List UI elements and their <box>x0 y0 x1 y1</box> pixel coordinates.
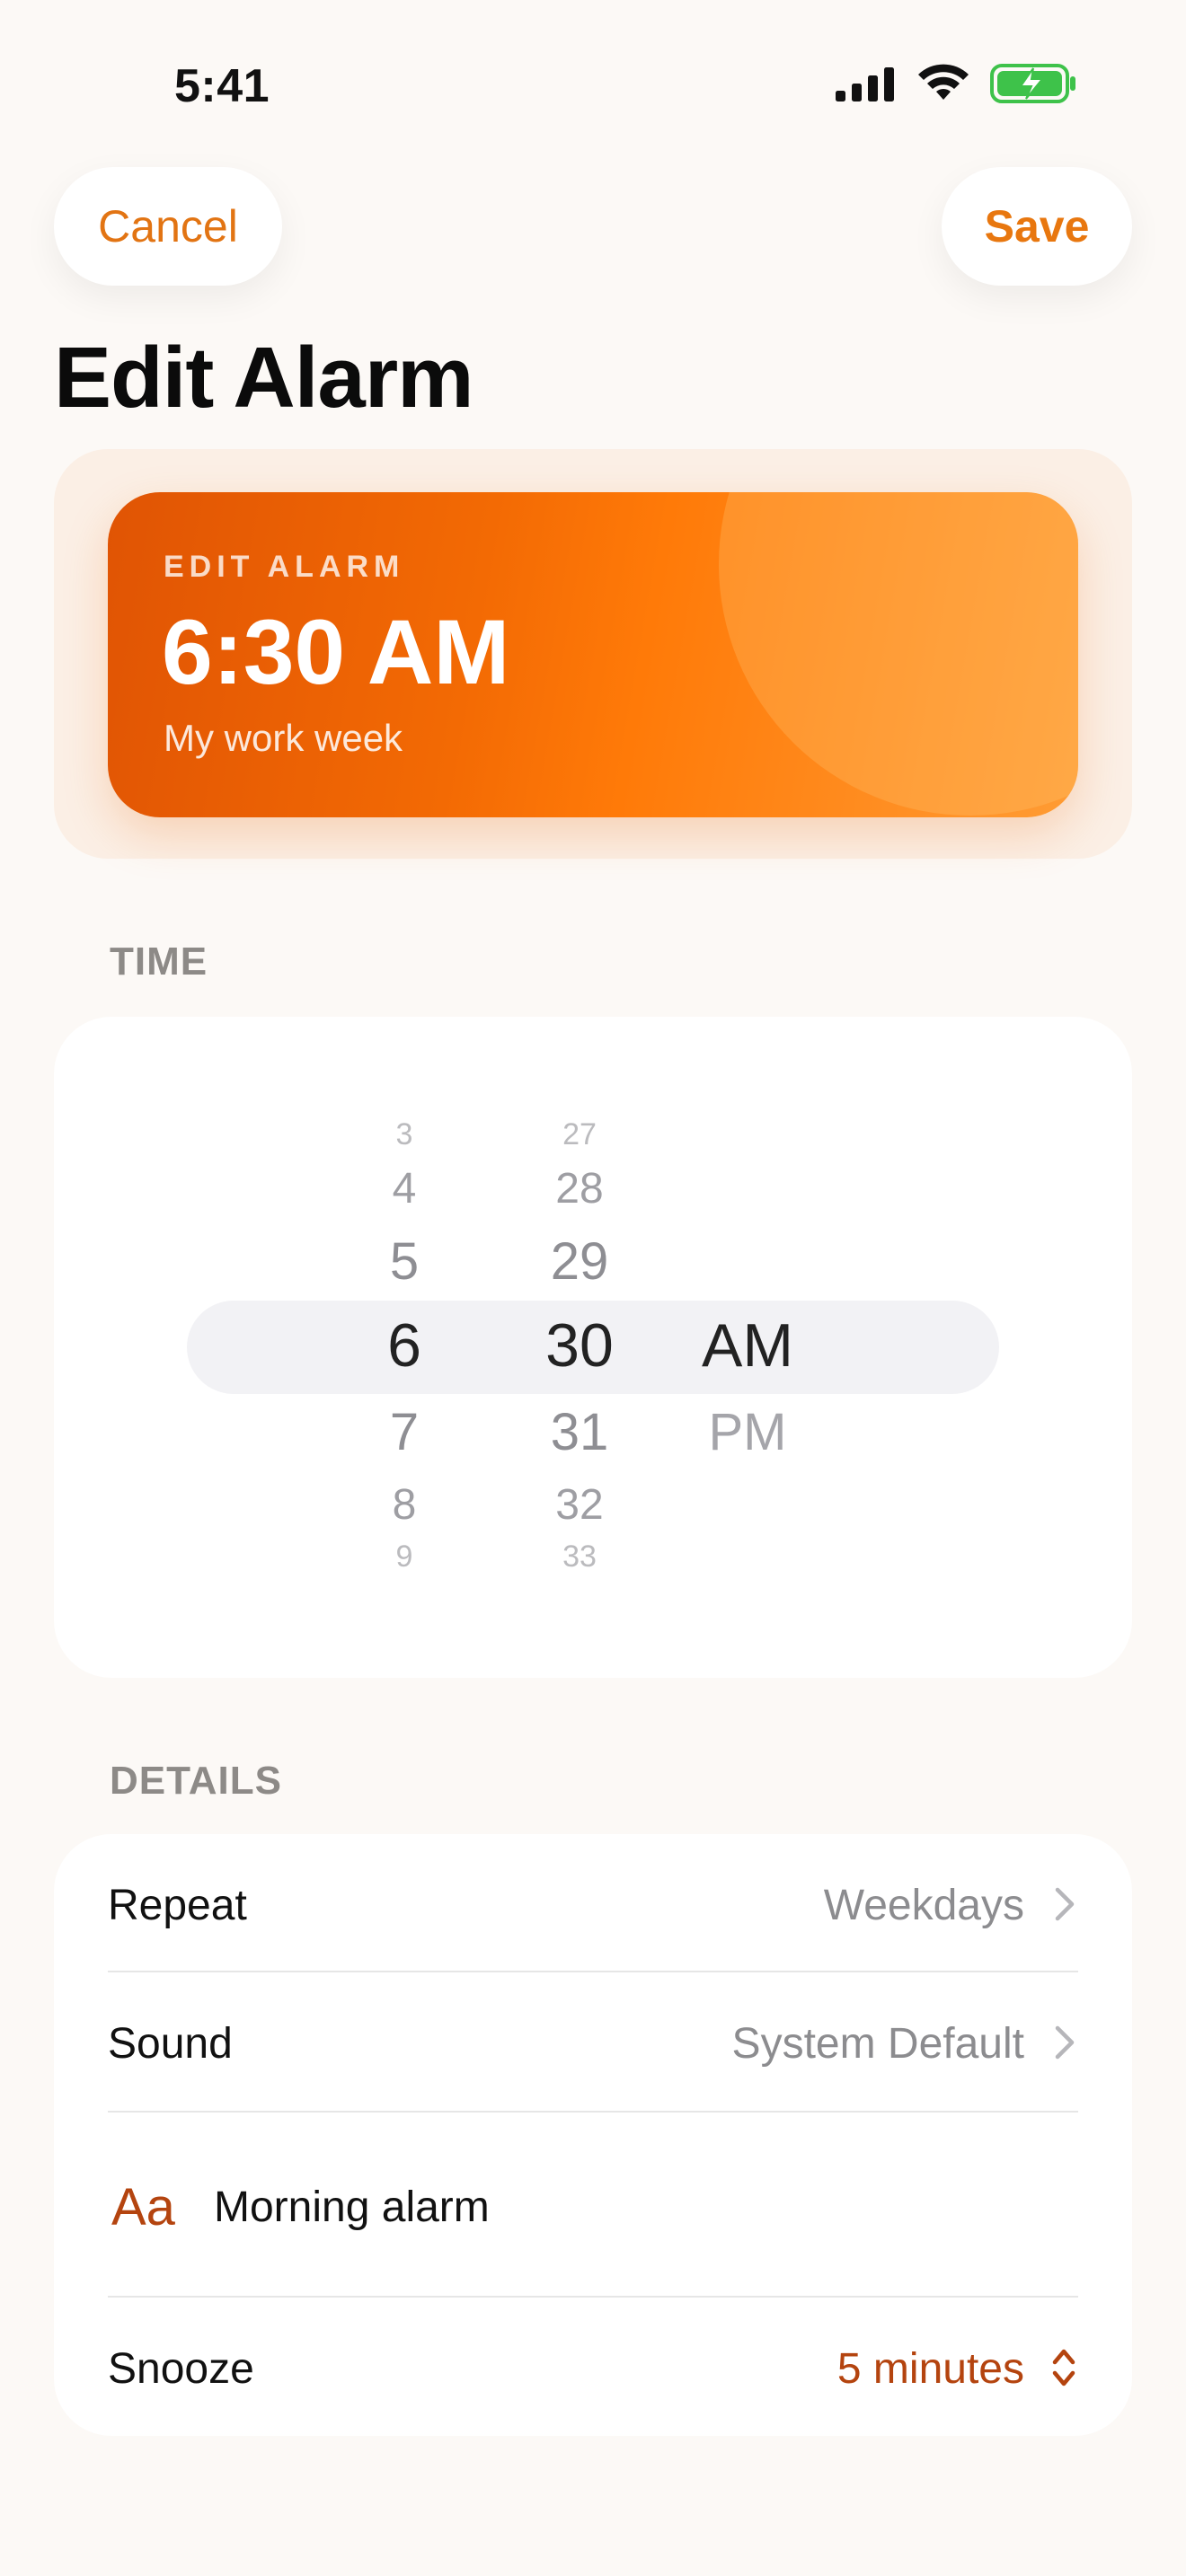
period-selected[interactable]: AM <box>692 1315 803 1376</box>
minute-selected[interactable]: 30 <box>526 1315 633 1376</box>
snooze-row[interactable]: Snooze 5 minutes <box>108 2298 1078 2432</box>
text-format-icon: Aa <box>111 2178 175 2236</box>
alarm-name-field[interactable]: Morning alarm <box>214 2183 490 2232</box>
repeat-value: Weekdays <box>823 1882 1024 1929</box>
hour-option[interactable]: 8 <box>368 1484 440 1527</box>
hero-kicker: EDIT ALARM <box>164 550 405 584</box>
minute-option[interactable]: 31 <box>530 1407 629 1459</box>
chevron-right-icon <box>1055 2025 1075 2060</box>
time-section-label: TIME <box>110 940 208 984</box>
minute-option[interactable]: 33 <box>535 1541 624 1572</box>
hour-option[interactable]: 4 <box>368 1168 440 1211</box>
edit-alarm-screen: 5:41 Cancel Save Edit Alarm EDIT ALARM 6… <box>0 0 1186 2576</box>
save-button[interactable]: Save <box>942 167 1132 286</box>
snooze-value[interactable]: 5 minutes <box>837 2344 1024 2394</box>
chevron-right-icon <box>1055 1887 1075 1921</box>
signal-icon <box>836 67 894 101</box>
chevron-up-down-icon <box>1052 2349 1075 2386</box>
hour-option[interactable]: 5 <box>368 1236 440 1288</box>
hero-subtitle: My work week <box>164 717 403 759</box>
wifi-icon <box>918 64 969 100</box>
status-time: 5:41 <box>174 60 270 112</box>
hour-option[interactable]: 7 <box>368 1407 440 1459</box>
hero-time: 6:30 AM <box>162 601 510 703</box>
minute-option[interactable]: 28 <box>535 1168 624 1211</box>
repeat-label: Repeat <box>108 1882 247 1929</box>
row-divider <box>108 2111 1078 2113</box>
repeat-row[interactable]: Repeat Weekdays <box>108 1843 1078 1971</box>
status-icons <box>836 63 1078 104</box>
snooze-label: Snooze <box>108 2345 254 2393</box>
minute-option[interactable]: 32 <box>535 1484 624 1527</box>
hour-option[interactable]: 3 <box>368 1119 440 1150</box>
hour-option[interactable]: 9 <box>368 1541 440 1572</box>
period-option[interactable]: PM <box>695 1407 800 1459</box>
minute-option[interactable]: 29 <box>530 1236 629 1288</box>
alarm-hero-card: EDIT ALARM 6:30 AM My work week <box>108 492 1078 817</box>
hero-glow <box>719 492 1078 816</box>
minute-option[interactable]: 27 <box>535 1119 624 1150</box>
cancel-button[interactable]: Cancel <box>54 167 282 286</box>
hour-selected[interactable]: 6 <box>363 1315 446 1376</box>
page-title: Edit Alarm <box>54 330 474 426</box>
sound-row[interactable]: Sound System Default <box>108 1972 1078 2111</box>
sound-label: Sound <box>108 2020 233 2068</box>
battery-charging-icon <box>990 64 1075 103</box>
details-section-label: DETAILS <box>110 1759 282 1803</box>
sound-value: System Default <box>731 2020 1024 2068</box>
